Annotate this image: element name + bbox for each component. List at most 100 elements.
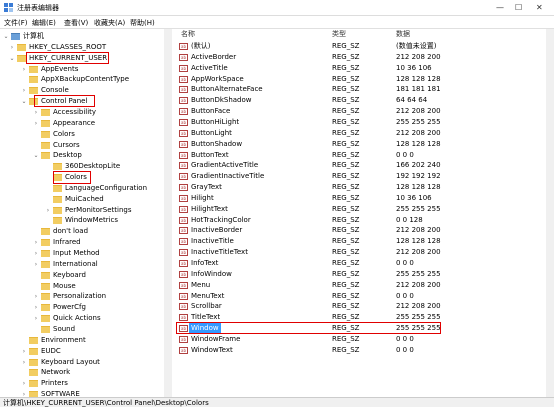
expand-arrow-icon[interactable]: › — [32, 313, 40, 324]
expand-arrow-icon[interactable]: ⌄ — [20, 96, 28, 107]
string-value-icon: ab — [179, 75, 188, 83]
value-row[interactable]: ab InfoText REG_SZ 0 0 0 — [173, 258, 554, 269]
expand-arrow-icon[interactable]: › — [32, 302, 40, 313]
minimize-button[interactable]: — — [496, 3, 504, 12]
value-row[interactable]: ab ButtonDkShadow REG_SZ 64 64 64 — [173, 95, 554, 106]
tree-item-label: Appearance — [53, 118, 96, 127]
folder-icon — [17, 43, 26, 51]
expand-arrow-icon[interactable]: › — [20, 389, 28, 397]
value-row[interactable]: ab ButtonShadow REG_SZ 128 128 128 — [173, 139, 554, 150]
string-value-icon: ab — [179, 227, 188, 235]
key-tree[interactable]: ⌄ 计算机 › HKEY_CLASSES_ROOT ⌄ HKEY_CURRENT_USER… — [0, 29, 172, 397]
value-row[interactable]: ab ActiveTitle REG_SZ 10 36 106 — [173, 63, 554, 74]
value-name: ActiveBorder — [191, 52, 237, 61]
value-row[interactable]: ab Menu REG_SZ 212 208 200 — [173, 280, 554, 291]
value-row[interactable]: ab Hilight REG_SZ 10 36 106 — [173, 193, 554, 204]
expand-arrow-icon[interactable]: › — [32, 291, 40, 302]
expand-arrow-icon[interactable]: ⌄ — [2, 31, 10, 42]
expand-arrow-icon[interactable]: › — [20, 64, 28, 75]
menu-help[interactable]: 帮助(H) — [130, 18, 155, 28]
folder-icon — [41, 293, 50, 301]
tree-item-label: Keyboard — [53, 270, 86, 279]
value-row[interactable]: ab HotTrackingColor REG_SZ 0 0 128 — [173, 215, 554, 226]
value-name: MenuText — [191, 291, 225, 300]
column-header-type[interactable]: 类型 — [332, 29, 346, 40]
value-list[interactable]: 名称 类型 数据 ab (默认) REG_SZ (数值未设置)ab ActiveBord… — [173, 29, 554, 397]
tree-item-label: Quick Actions — [53, 314, 101, 323]
expand-arrow-icon[interactable]: › — [32, 248, 40, 259]
value-name: (默认) — [191, 42, 211, 50]
expand-arrow-icon[interactable]: › — [20, 346, 28, 357]
value-name: ButtonHiLight — [191, 117, 240, 126]
value-row[interactable]: ab GradientInactiveTitle REG_SZ 192 192 192 — [173, 171, 554, 182]
column-header-data[interactable]: 数据 — [396, 29, 410, 40]
expand-arrow-icon[interactable]: › — [8, 42, 16, 53]
value-row[interactable]: ab InactiveTitleText REG_SZ 212 208 200 — [173, 247, 554, 258]
menu-favorites[interactable]: 收藏夹(A) — [94, 18, 125, 28]
expand-arrow-icon[interactable]: ⌄ — [8, 53, 16, 64]
expand-arrow-icon[interactable]: › — [32, 118, 40, 129]
menu-edit[interactable]: 编辑(E) — [32, 18, 56, 28]
menu-view[interactable]: 查看(V) — [64, 18, 88, 28]
column-header-name[interactable]: 名称 — [181, 29, 195, 40]
computer-icon — [11, 33, 20, 40]
value-data: 0 0 0 — [396, 334, 414, 343]
string-value-icon: ab — [179, 346, 188, 354]
value-row[interactable]: ab MenuText REG_SZ 0 0 0 — [173, 291, 554, 302]
value-row[interactable]: ab Scrollbar REG_SZ 212 208 200 — [173, 301, 554, 312]
value-name: InactiveTitleText — [191, 248, 248, 257]
value-row[interactable]: ab InactiveTitle REG_SZ 128 128 128 — [173, 236, 554, 247]
tree-scrollbar[interactable] — [164, 29, 172, 397]
maximize-button[interactable]: ☐ — [515, 3, 522, 12]
close-button[interactable]: ✕ — [536, 3, 543, 12]
value-row[interactable]: ab HilightText REG_SZ 255 255 255 — [173, 204, 554, 215]
highlight-box — [34, 95, 95, 108]
value-row[interactable]: ab ButtonFace REG_SZ 212 208 200 — [173, 106, 554, 117]
value-data: 10 36 106 — [396, 63, 432, 72]
folder-icon — [53, 195, 62, 203]
value-name: InactiveBorder — [191, 226, 243, 235]
tree-item-label: Colors — [53, 129, 75, 138]
expand-arrow-icon[interactable]: ⌄ — [32, 150, 40, 161]
value-row[interactable]: ab InactiveBorder REG_SZ 212 208 200 — [173, 225, 554, 236]
expand-arrow-icon[interactable]: › — [32, 107, 40, 118]
folder-icon — [41, 260, 50, 268]
expand-arrow-icon[interactable]: › — [32, 259, 40, 270]
tree-item-label: PowerCfg — [53, 303, 86, 312]
value-row[interactable]: ab GrayText REG_SZ 128 128 128 — [173, 182, 554, 193]
value-row[interactable]: ab GradientActiveTitle REG_SZ 166 202 240 — [173, 160, 554, 171]
value-data: 0 0 0 — [396, 259, 414, 267]
value-name: ButtonLight — [191, 128, 232, 137]
value-data: 212 208 200 — [396, 280, 441, 289]
value-row[interactable]: ab ButtonAlternateFace REG_SZ 181 181 181 — [173, 84, 554, 95]
value-name: InfoText — [191, 259, 219, 267]
value-name: AppWorkSpace — [191, 74, 244, 83]
expand-arrow-icon[interactable]: › — [20, 357, 28, 368]
string-value-icon: ab — [179, 162, 188, 170]
value-row[interactable]: ab InfoWindow REG_SZ 255 255 255 — [173, 269, 554, 280]
string-value-icon: ab — [179, 86, 188, 94]
expand-arrow-icon[interactable]: › — [20, 85, 28, 96]
value-row[interactable]: ab ButtonLight REG_SZ 212 208 200 — [173, 128, 554, 139]
value-row[interactable]: ab WindowText REG_SZ 0 0 0 — [173, 345, 554, 356]
value-row[interactable]: ab ButtonHiLight REG_SZ 255 255 255 — [173, 117, 554, 128]
tree-item-label: Environment — [41, 335, 86, 344]
value-row[interactable]: ab WindowFrame REG_SZ 0 0 0 — [173, 334, 554, 345]
value-row[interactable]: ab AppWorkSpace REG_SZ 128 128 128 — [173, 74, 554, 85]
folder-icon — [29, 336, 38, 344]
menu-file[interactable]: 文件(F) — [4, 18, 28, 28]
expand-arrow-icon[interactable]: › — [32, 237, 40, 248]
value-row[interactable]: ab ButtonText REG_SZ 0 0 0 — [173, 150, 554, 161]
expand-arrow-icon[interactable]: › — [44, 205, 52, 216]
value-data: 10 36 106 — [396, 193, 432, 202]
value-row[interactable]: ab ActiveBorder REG_SZ 212 208 200 — [173, 52, 554, 63]
expand-arrow-icon[interactable]: › — [20, 378, 28, 389]
value-row[interactable]: ab (默认) REG_SZ (数值未设置) — [173, 41, 554, 52]
value-type: REG_SZ — [332, 52, 360, 61]
title-bar: 注册表编辑器 — ☐ ✕ — [0, 0, 554, 16]
values-scrollbar[interactable] — [546, 29, 554, 397]
string-value-icon: ab — [179, 303, 188, 311]
value-data: 0 0 128 — [396, 215, 423, 224]
folder-icon — [41, 119, 50, 127]
folder-icon — [53, 206, 62, 214]
